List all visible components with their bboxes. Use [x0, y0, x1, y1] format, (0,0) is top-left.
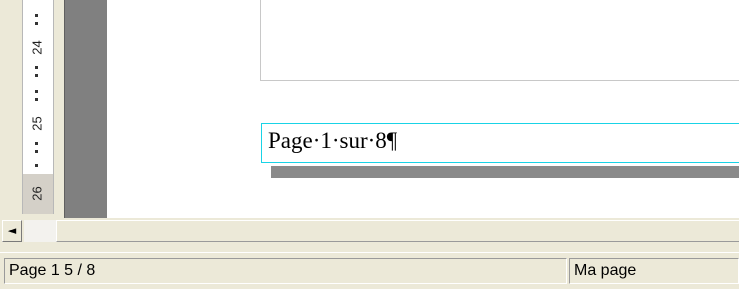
ruler-tick — [35, 164, 38, 167]
page-style-field[interactable]: Ma page — [569, 258, 739, 284]
ruler-number: 24 — [29, 40, 45, 55]
scroll-left-button[interactable]: ◄ — [2, 220, 22, 242]
footer-text-frame[interactable]: Page·1·sur·8¶ — [261, 123, 739, 163]
page-number-field[interactable]: Page 1 5 / 8 — [4, 258, 567, 284]
page-margin-strip — [64, 0, 108, 218]
ruler-tick — [35, 74, 38, 77]
ruler-tick — [35, 14, 38, 17]
previous-frame — [260, 0, 739, 81]
scroll-thumb[interactable] — [56, 220, 739, 242]
document-area[interactable]: Page·1·sur·8¶ — [107, 0, 739, 218]
ruler-tick — [35, 66, 38, 69]
ruler-tick — [35, 90, 38, 93]
ruler-tick — [35, 98, 38, 101]
left-arrow-icon: ◄ — [7, 224, 17, 237]
vertical-ruler[interactable]: 24 25 26 — [0, 0, 64, 218]
status-bar: Page 1 5 / 8 Ma page — [0, 252, 739, 289]
ruler-number: 26 — [29, 186, 45, 201]
ruler-tick — [35, 150, 38, 153]
horizontal-scrollbar[interactable]: ◄ — [0, 218, 739, 248]
ruler-tick — [35, 22, 38, 25]
ruler-number: 25 — [29, 116, 45, 131]
ruler-tick — [35, 142, 38, 145]
frame-shadow — [271, 166, 739, 178]
footer-text[interactable]: Page·1·sur·8¶ — [268, 128, 397, 154]
